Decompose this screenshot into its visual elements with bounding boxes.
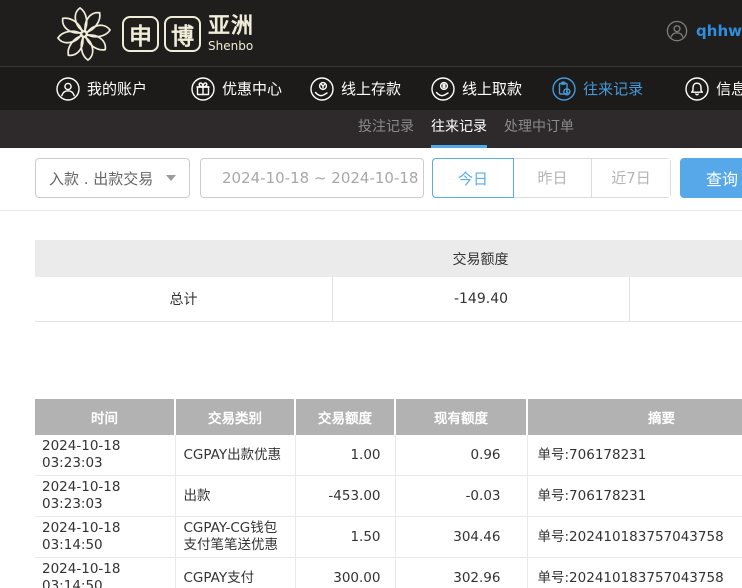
quick-date-button[interactable]: 今日 xyxy=(432,158,514,198)
nav-item-bell[interactable]: 信息 xyxy=(685,77,742,101)
cell-amount: 1.50 xyxy=(295,517,395,558)
table-row: 2024-10-18 03:23:03 CGPAY出款优惠 1.00 0.96 … xyxy=(35,435,742,476)
table-row: 2024-10-18 03:23:03 出款 -453.00 -0.03 单号:… xyxy=(35,476,742,517)
summary-table: 交易额度 总计 -149.40 xyxy=(35,240,742,322)
cell-balance: 302.96 xyxy=(395,558,527,588)
nav-item-records[interactable]: 往来记录 xyxy=(552,77,643,101)
records-icon xyxy=(552,77,576,101)
cell-balance: 304.46 xyxy=(395,517,527,558)
user-icon xyxy=(56,77,80,101)
table-row: 2024-10-18 03:14:50 CGPAY-CG钱包支付笔笔送优惠 1.… xyxy=(35,517,742,558)
main-navbar: 我的账户 优惠中心 线上存款 线上取款 往来记录 信息 xyxy=(0,66,742,110)
brand-logo[interactable]: 申 博 亚洲 Shenbo xyxy=(52,3,254,65)
cell-type: CGPAY-CG钱包支付笔笔送优惠 xyxy=(175,517,295,558)
username-label: qhhw xyxy=(696,22,742,40)
brand-char-1: 申 xyxy=(122,16,159,52)
brand-region-en: Shenbo xyxy=(208,40,254,52)
tab-inactive[interactable]: 处理中订单 xyxy=(504,110,574,148)
table-row: 2024-10-18 03:14:50 CGPAY支付 300.00 302.9… xyxy=(35,558,742,588)
user-account[interactable]: qhhw xyxy=(666,20,742,42)
top-header-bar: 申 博 亚洲 Shenbo qhhw xyxy=(0,0,742,66)
cell-type: CGPAY出款优惠 xyxy=(175,435,295,476)
cell-time: 2024-10-18 03:23:03 xyxy=(35,476,175,517)
deposit-icon xyxy=(310,77,334,101)
cell-balance: -0.03 xyxy=(395,476,527,517)
tab-active[interactable]: 往来记录 xyxy=(431,110,487,148)
section-divider xyxy=(0,210,742,211)
cell-balance: 0.96 xyxy=(395,435,527,476)
column-header: 现有额度 xyxy=(395,399,527,435)
column-header: 摘要 xyxy=(527,399,742,435)
bell-icon xyxy=(685,77,709,101)
cell-summary: 单号:706178231 xyxy=(527,476,742,517)
cell-time: 2024-10-18 03:23:03 xyxy=(35,435,175,476)
cell-summary: 单号:202410183757043758 xyxy=(527,517,742,558)
quick-date-button-group: 今日昨日近7日 xyxy=(432,158,671,198)
cell-amount: 1.00 xyxy=(295,435,395,476)
cell-summary: 单号:706178231 xyxy=(527,435,742,476)
flower-logo-icon xyxy=(52,4,116,64)
cell-type: 出款 xyxy=(175,476,295,517)
nav-item-user[interactable]: 我的账户 xyxy=(56,77,147,101)
withdraw-icon xyxy=(431,77,455,101)
search-button[interactable]: 查询 xyxy=(680,158,742,198)
avatar-icon xyxy=(666,20,688,42)
summary-table-row: 总计 -149.40 xyxy=(35,277,742,322)
cell-amount: -453.00 xyxy=(295,476,395,517)
brand-char-2: 博 xyxy=(164,16,201,52)
summary-amount-header: 交易额度 xyxy=(332,240,629,277)
cell-time: 2024-10-18 03:14:50 xyxy=(35,558,175,588)
date-range-input[interactable]: 2024-10-18 ~ 2024-10-18 xyxy=(200,158,424,198)
quick-date-button[interactable]: 近7日 xyxy=(592,159,670,197)
cell-summary: 单号:202410183757043758 xyxy=(527,558,742,588)
nav-item-withdraw[interactable]: 线上取款 xyxy=(431,77,522,101)
quick-date-button[interactable]: 昨日 xyxy=(514,159,592,197)
tab-inactive[interactable]: 投注记录 xyxy=(358,110,414,148)
summary-total-label: 总计 xyxy=(35,277,332,321)
chevron-down-icon xyxy=(166,175,176,181)
cell-time: 2024-10-18 03:14:50 xyxy=(35,517,175,558)
nav-item-deposit[interactable]: 线上存款 xyxy=(310,77,401,101)
column-header: 时间 xyxy=(35,399,175,435)
cell-type: CGPAY支付 xyxy=(175,558,295,588)
transaction-type-select[interactable]: 入款 . 出款交易 xyxy=(35,158,190,198)
column-header: 交易额度 xyxy=(295,399,395,435)
transaction-table: 时间交易类别交易额度现有额度摘要 2024-10-18 03:23:03 CGP… xyxy=(35,399,742,588)
transaction-type-value: 入款 . 出款交易 xyxy=(49,168,153,189)
gift-icon xyxy=(191,77,215,101)
column-header: 交易类别 xyxy=(175,399,295,435)
cell-amount: 300.00 xyxy=(295,558,395,588)
date-range-value: 2024-10-18 ~ 2024-10-18 xyxy=(222,169,418,187)
summary-total-value: -149.40 xyxy=(332,277,629,321)
brand-region: 亚洲 Shenbo xyxy=(208,16,254,52)
summary-table-header: 交易额度 xyxy=(35,240,742,277)
nav-item-gift[interactable]: 优惠中心 xyxy=(191,77,282,101)
transaction-table-header: 时间交易类别交易额度现有额度摘要 xyxy=(35,399,742,435)
record-tabs: 投注记录往来记录处理中订单 xyxy=(0,110,742,148)
brand-region-cn: 亚洲 xyxy=(208,16,254,38)
